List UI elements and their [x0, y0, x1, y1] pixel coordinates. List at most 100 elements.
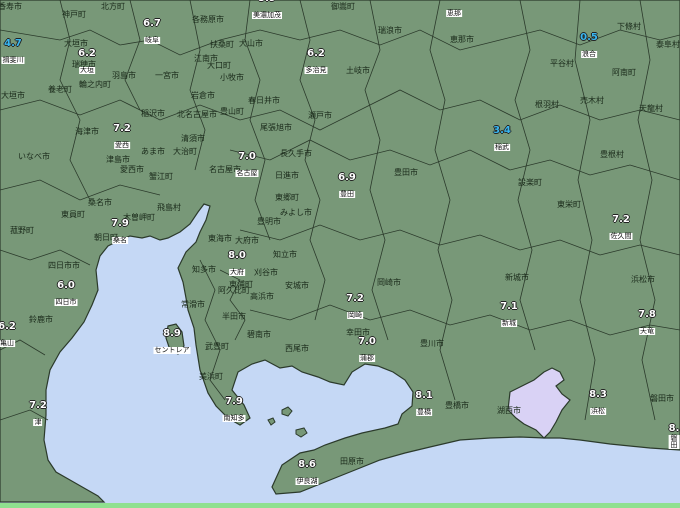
municipality-label: 土岐市	[346, 66, 370, 75]
weather-station-marker[interactable]: 7.0 蒲郡	[358, 337, 376, 363]
weather-station-marker[interactable]: 6.9 豊田	[338, 173, 356, 199]
station-temperature: 4.2	[445, 0, 463, 2]
station-name: 恵那	[446, 9, 462, 17]
station-temperature: 7.0	[358, 336, 376, 347]
station-temperature: 7.2	[346, 293, 364, 304]
municipality-label: 東栄町	[557, 200, 581, 209]
municipality-label: 新城市	[505, 273, 529, 282]
municipality-label: 豊橋市	[445, 401, 469, 410]
map-bottom-bar	[0, 503, 680, 508]
station-name: 岡崎	[347, 311, 363, 319]
temperature-map[interactable]: 香寿市 神戸町 北方町 各務原市 御嵩町 大垣市 瑞穂市 羽島市 江南市 犬山市 扶桑町 大口町 小牧市…	[0, 0, 680, 508]
municipality-label: 高浜市	[250, 292, 274, 301]
station-temperature: 7.2	[113, 123, 131, 134]
weather-station-marker[interactable]: 7.1 新城	[500, 302, 518, 328]
municipality-label: 豊山町	[220, 107, 244, 116]
municipality-label: 鈴鹿市	[29, 315, 53, 324]
station-temperature: 6.2	[307, 48, 325, 59]
station-name: 四日市	[54, 298, 78, 306]
municipality-label: 豊明市	[257, 217, 281, 226]
weather-station-marker[interactable]: 7.2 愛西	[113, 124, 131, 150]
station-temperature: 3.4	[493, 125, 511, 136]
station-name: 名古屋	[235, 169, 259, 177]
municipality-label: 大垣市	[1, 91, 25, 100]
weather-station-marker[interactable]: 8.6 伊良湖	[295, 459, 319, 486]
municipality-label: いなべ市	[18, 152, 50, 161]
weather-station-marker[interactable]: 6.2 大垣	[78, 49, 96, 75]
municipality-label: 豊川市	[420, 339, 444, 348]
station-temperature: 6.9	[338, 172, 356, 183]
station-temperature: 6.2	[0, 321, 16, 332]
municipality-label: 平谷村	[550, 59, 574, 68]
municipality-label: 大治町	[173, 147, 197, 156]
station-name: 伊良湖	[295, 477, 319, 485]
municipality-label: 尾張旭市	[260, 123, 292, 132]
station-temperature: 7.8	[638, 309, 656, 320]
weather-station-marker[interactable]: 8.0 大府	[228, 251, 246, 277]
weather-station-marker[interactable]: 8.9 セントレア	[153, 329, 191, 355]
municipality-label: 刈谷市	[254, 268, 278, 277]
municipality-label: 日進市	[275, 171, 299, 180]
municipality-label: 各務原市	[192, 15, 224, 24]
weather-station-marker[interactable]: 7.2 岡崎	[346, 294, 364, 320]
municipality-label: 磐田市	[650, 394, 674, 403]
station-name: 浪合	[581, 50, 597, 58]
weather-station-marker[interactable]: 7.8 天竜	[638, 310, 656, 336]
weather-station-marker[interactable]: 7.2 津	[29, 401, 47, 427]
weather-station-marker[interactable]: 7.9 南知多	[222, 397, 246, 423]
weather-station-marker[interactable]: 7.2 佐久間	[609, 215, 633, 241]
station-name: 豊橋	[416, 408, 432, 416]
municipality-label: 武豊町	[205, 342, 229, 351]
municipality-label: 香寿市	[0, 2, 22, 11]
weather-station-marker[interactable]: 7.0 名古屋	[235, 152, 259, 178]
weather-station-marker[interactable]: 6.0 四日市	[54, 280, 78, 307]
station-name: 愛西	[114, 141, 130, 149]
weather-station-marker[interactable]: 8. 磐田	[668, 423, 680, 450]
municipality-label: 四日市市	[48, 261, 80, 270]
weather-station-marker[interactable]: 8.3 浜松	[589, 390, 607, 416]
station-name: 桑名	[112, 236, 128, 244]
municipality-label: 扶桑町	[210, 40, 234, 49]
station-temperature: 8.6	[298, 459, 316, 470]
municipality-label: 下條村	[617, 22, 641, 31]
weather-station-marker[interactable]: 3.4 稲武	[493, 126, 511, 152]
weather-station-marker[interactable]: 6.2 多治見	[304, 48, 328, 75]
municipality-label: 清須市	[181, 134, 205, 143]
station-temperature: 5.9	[252, 0, 282, 4]
municipality-label: 菰野町	[10, 226, 34, 235]
weather-station-marker[interactable]: 6.2 亀山	[0, 322, 16, 348]
municipality-label: 岡崎市	[377, 278, 401, 287]
weather-station-marker[interactable]: 5.9 美濃加茂	[252, 0, 282, 20]
municipality-label: 海津市	[75, 127, 99, 136]
municipality-label: 美浜町	[199, 372, 223, 381]
municipality-label: 田原市	[340, 457, 364, 466]
station-name: 美濃加茂	[252, 11, 282, 19]
station-name: 揖斐川	[1, 56, 25, 64]
station-temperature: 7.1	[500, 301, 518, 312]
station-name: 岐阜	[144, 36, 160, 44]
station-temperature: 7.9	[111, 218, 129, 229]
station-name: 磐田	[668, 434, 680, 449]
municipality-label: 一宮市	[155, 71, 179, 80]
station-name: 新城	[501, 319, 517, 327]
station-temperature: 8.	[668, 423, 680, 434]
municipality-label: 浜松市	[631, 275, 655, 284]
weather-station-marker[interactable]: 8.1 豊橋	[415, 391, 433, 417]
station-temperature: 8.3	[589, 389, 607, 400]
municipality-label: 安城市	[285, 281, 309, 290]
municipality-label: 小牧市	[220, 73, 244, 82]
weather-station-marker[interactable]: 0.5 浪合	[580, 33, 598, 59]
station-temperature: 6.0	[57, 280, 75, 291]
municipality-label: 知立市	[273, 250, 297, 259]
municipality-label: 岩倉市	[191, 91, 215, 100]
station-temperature: 8.0	[228, 250, 246, 261]
weather-station-marker[interactable]: 7.9 桑名	[111, 219, 129, 245]
station-temperature: 0.5	[580, 32, 598, 43]
municipality-label: 常滑市	[181, 300, 205, 309]
municipality-label: 根羽村	[535, 100, 559, 109]
weather-station-marker[interactable]: 4.2 恵那	[445, 0, 463, 18]
weather-station-marker[interactable]: 4.7 揖斐川	[1, 39, 25, 65]
weather-station-marker[interactable]: 6.7 岐阜	[143, 19, 161, 45]
station-name: 蒲郡	[359, 354, 375, 362]
municipality-label: 瑞浪市	[378, 26, 402, 35]
